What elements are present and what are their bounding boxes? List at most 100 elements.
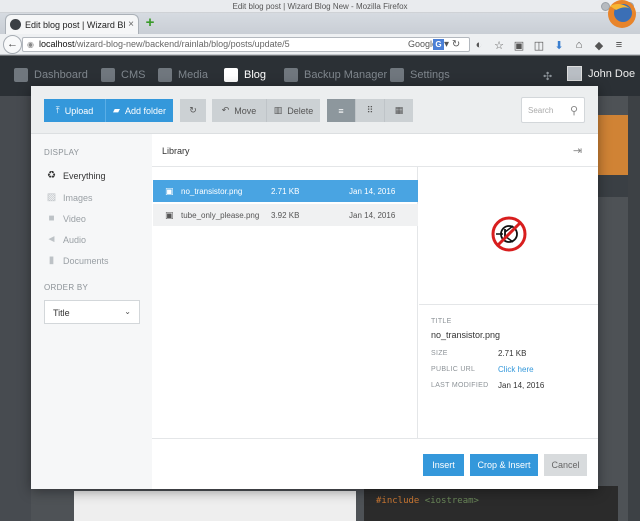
trash-icon: ▥ xyxy=(273,105,283,115)
filter-documents[interactable]: ▮ Documents xyxy=(46,255,109,266)
firefox-logo-icon xyxy=(608,0,636,28)
file-size: 3.92 KB xyxy=(271,210,300,220)
filter-video[interactable]: ■ Video xyxy=(46,213,86,224)
window-title: Edit blog post | Wizard Blog New - Mozil… xyxy=(232,2,408,11)
video-icon: ■ xyxy=(48,213,55,224)
filter-audio[interactable]: ◄ Audio xyxy=(46,234,86,245)
move-button[interactable]: ↶ Move xyxy=(212,99,266,122)
tab-title: Edit blog post | Wizard Bl... xyxy=(25,19,126,30)
filter-label: Images xyxy=(63,192,93,203)
folder-icon xyxy=(158,68,172,82)
nav-label: Dashboard xyxy=(34,69,88,81)
add-folder-label: Add folder xyxy=(124,105,166,116)
tiles-view-button[interactable]: ▦ xyxy=(384,99,413,122)
size-label: SIZE xyxy=(431,350,448,357)
reload-icon[interactable]: ↻ xyxy=(452,39,460,50)
list-view-button[interactable]: ≡ xyxy=(327,99,355,122)
back-button[interactable]: ← xyxy=(3,35,22,54)
nav-settings[interactable]: Settings xyxy=(390,68,450,82)
grid-small-icon: ⠿ xyxy=(366,105,374,115)
download-icon[interactable]: ⬇ xyxy=(552,39,566,52)
browser-tab[interactable]: Edit blog post | Wizard Bl... × xyxy=(5,14,139,34)
menu-icon[interactable]: ≡ xyxy=(612,39,626,51)
nav-cms[interactable]: CMS xyxy=(101,68,145,82)
avatar xyxy=(567,66,582,81)
nav-label: Backup Manager xyxy=(304,69,388,81)
image-file-icon: ▣ xyxy=(165,209,174,220)
list-view-icon: ≡ xyxy=(338,105,344,116)
pocket-icon[interactable]: ◫ xyxy=(532,39,546,52)
bookmarks-list-icon[interactable]: ▣ xyxy=(512,39,526,52)
nav-label: CMS xyxy=(121,69,146,81)
refresh-button[interactable]: ↻ xyxy=(180,99,206,122)
upload-button[interactable]: ⤒ Upload xyxy=(44,99,105,122)
move-icon: ↶ xyxy=(221,105,230,115)
insert-button[interactable]: Insert xyxy=(423,454,464,476)
filter-label: Documents xyxy=(63,255,109,266)
upload-label: Upload xyxy=(64,105,94,116)
crop-insert-button[interactable]: Crop & Insert xyxy=(470,454,538,476)
url-host: localhost xyxy=(39,39,75,49)
audio-icon: ◄ xyxy=(46,234,57,245)
url-bar[interactable]: localhost/wizard-blog-new/backend/rainla… xyxy=(22,37,470,52)
public-url-link[interactable]: Click here xyxy=(498,365,534,374)
nav-label: Settings xyxy=(410,69,450,81)
wand-icon xyxy=(101,68,115,82)
page-content-pane xyxy=(74,491,356,521)
addon-icon[interactable]: ◐ xyxy=(472,39,486,51)
nav-dashboard[interactable]: Dashboard xyxy=(14,68,88,82)
order-by-select[interactable]: Title ⌄ xyxy=(44,300,140,324)
nav-backup-manager[interactable]: Backup Manager xyxy=(284,68,387,82)
file-row[interactable]: ▣ no_transistor.png 2.71 KB Jan 14, 2016 xyxy=(153,180,418,202)
close-tab-icon[interactable]: × xyxy=(128,19,134,30)
exit-icon[interactable]: ⇥ xyxy=(573,144,582,157)
filter-images[interactable]: ▨ Images xyxy=(46,192,93,203)
url-path: /wizard-blog-new/backend/rainlab/blog/po… xyxy=(74,39,290,49)
dashboard-icon xyxy=(14,68,28,82)
file-date: Jan 14, 2016 xyxy=(349,186,396,196)
title-label: TITLE xyxy=(431,318,452,325)
filter-label: Audio xyxy=(63,234,87,245)
toolbar-icons: ◐ ☆ ▣ ◫ ⬇ ⌂ ◆ ≡ xyxy=(472,35,626,55)
grid-view-button[interactable]: ⠿ xyxy=(355,99,384,122)
window-titlebar: Edit blog post | Wizard Blog New - Mozil… xyxy=(0,0,640,13)
image-file-icon: ▣ xyxy=(165,185,174,196)
refresh-icon: ↻ xyxy=(189,105,197,115)
delete-button[interactable]: ▥ Delete xyxy=(266,99,320,122)
search-icon: ⚲ xyxy=(569,105,578,117)
url-actions: ▾ ↻ xyxy=(444,37,470,52)
nav-blog[interactable]: Blog xyxy=(224,68,266,82)
bookmark-star-icon[interactable]: ☆ xyxy=(492,39,506,52)
shield-icon[interactable]: ◆ xyxy=(592,39,606,52)
upload-icon: ⤒ xyxy=(55,105,60,115)
media-search-input[interactable]: Search ⚲ xyxy=(521,97,585,123)
delete-label: Delete xyxy=(287,105,314,116)
image-icon: ▨ xyxy=(46,192,57,203)
cancel-button[interactable]: Cancel xyxy=(544,454,587,476)
user-menu[interactable]: John Doe xyxy=(567,66,635,81)
public-url-label: PUBLIC URL xyxy=(431,366,476,373)
favicon-icon xyxy=(10,19,21,30)
nav-media[interactable]: Media xyxy=(158,68,208,82)
filter-label: Video xyxy=(63,213,86,224)
move-label: Move xyxy=(234,105,257,116)
dropdown-arrow-icon[interactable]: ▾ xyxy=(444,39,449,50)
file-date: Jan 14, 2016 xyxy=(349,210,396,220)
new-tab-button[interactable]: + xyxy=(142,15,158,31)
detail-modified: Jan 14, 2016 xyxy=(498,381,545,390)
pencil-icon xyxy=(224,68,238,82)
code-keyword: #include xyxy=(376,496,420,506)
file-row[interactable]: ▣ tube_only_please.png 3.92 KB Jan 14, 2… xyxy=(153,204,418,226)
page-scrollbar[interactable] xyxy=(628,96,640,521)
chevron-down-icon: ⌄ xyxy=(124,307,131,316)
home-icon[interactable]: ⌂ xyxy=(572,39,586,51)
folder-plus-icon: ▰ xyxy=(113,105,120,115)
last-modified-label: LAST MODIFIED xyxy=(431,382,489,389)
site-info-icon[interactable]: ◉ xyxy=(27,40,36,49)
order-by-value: Title xyxy=(53,308,70,318)
crosshair-icon[interactable]: ✣ xyxy=(543,70,552,83)
filter-everything[interactable]: ♻ Everything xyxy=(46,170,106,181)
add-folder-button[interactable]: ▰ Add folder xyxy=(105,99,173,122)
detail-title: no_transistor.png xyxy=(431,330,501,340)
library-title: Library xyxy=(162,146,190,156)
